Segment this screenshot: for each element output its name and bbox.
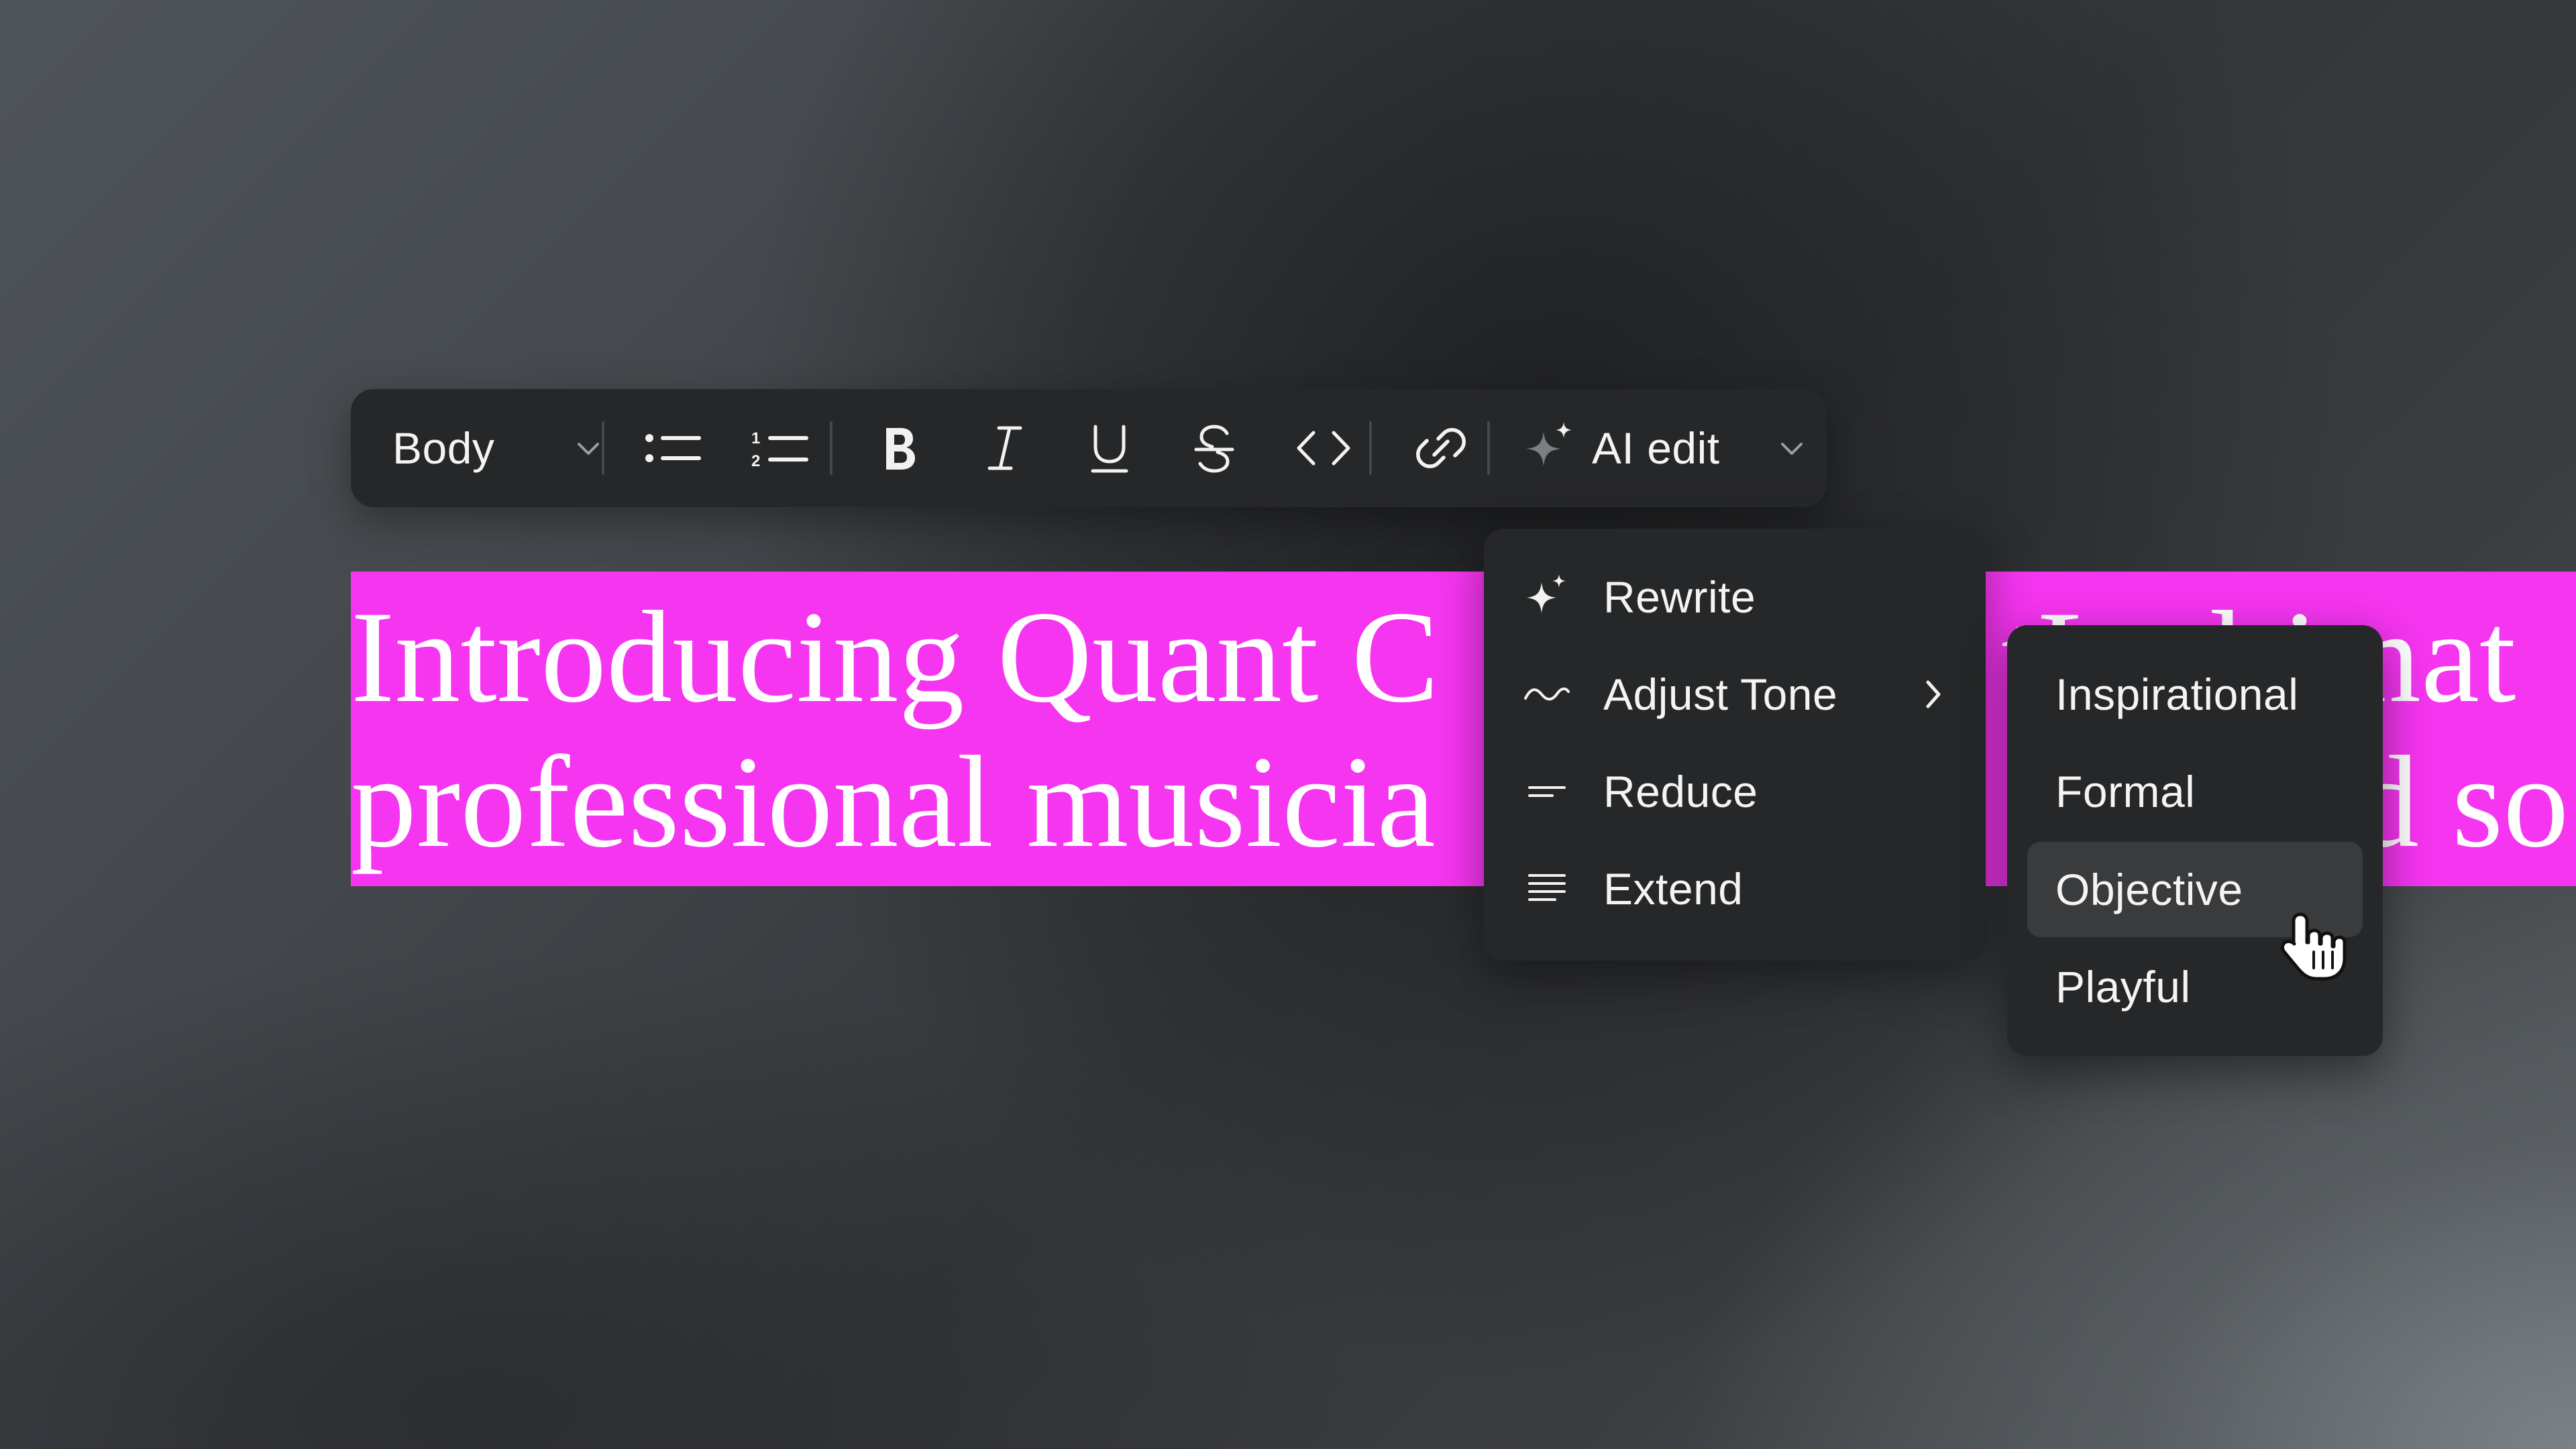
text-style-dropdown[interactable]: Body — [392, 389, 599, 507]
bold-button[interactable] — [862, 389, 936, 507]
italic-icon — [981, 421, 1028, 475]
tone-option-label: Formal — [2055, 767, 2196, 816]
numbered-list-icon: 1 2 — [750, 425, 810, 472]
toolbar-divider — [1487, 421, 1490, 475]
text-style-label: Body — [392, 423, 495, 473]
chevron-down-icon — [574, 433, 603, 463]
link-icon — [1414, 421, 1468, 475]
underline-button[interactable] — [1073, 389, 1146, 507]
heading-line-2: professional musicia — [351, 729, 1436, 875]
numbered-list-button[interactable]: 1 2 — [737, 389, 824, 507]
toolbar-divider — [1369, 421, 1372, 475]
tone-option-label: Inspirational — [2055, 669, 2299, 719]
code-icon — [1293, 425, 1354, 472]
extend-lines-icon — [1521, 863, 1572, 914]
code-button[interactable] — [1277, 389, 1371, 507]
chevron-down-icon — [1777, 433, 1807, 463]
bullet-list-button[interactable] — [633, 389, 713, 507]
menu-item-label: Extend — [1603, 864, 1743, 914]
tone-option-formal[interactable]: Formal — [2027, 744, 2363, 839]
menu-item-label: Reduce — [1603, 767, 1758, 816]
ai-edit-label: AI edit — [1592, 423, 1720, 473]
tone-option-label: Objective — [2055, 865, 2243, 914]
reduce-lines-icon — [1521, 766, 1572, 817]
bullet-list-icon — [643, 425, 703, 472]
svg-text:1: 1 — [751, 429, 760, 447]
svg-text:2: 2 — [751, 452, 760, 470]
toolbar-divider — [830, 421, 833, 475]
adjust-tone-submenu: Inspirational Formal Objective Playful — [2007, 625, 2383, 1056]
menu-item-reduce[interactable]: Reduce — [1484, 745, 1986, 839]
link-button[interactable] — [1397, 389, 1485, 507]
sparkle-icon — [1518, 418, 1578, 478]
ai-edit-dropdown[interactable]: AI edit — [1518, 389, 1803, 507]
tone-option-inspirational[interactable]: Inspirational — [2027, 647, 2363, 742]
hand-pointer-cursor-icon — [2277, 909, 2351, 983]
ai-edit-menu: Rewrite Adjust Tone Reduce Extend — [1484, 529, 1986, 961]
sparkle-icon — [1521, 572, 1572, 623]
strikethrough-icon — [1191, 421, 1238, 475]
bold-icon — [875, 421, 922, 475]
tone-option-label: Playful — [2055, 962, 2191, 1012]
heading-line-2-tail: d so — [2353, 729, 2569, 875]
menu-item-label: Adjust Tone — [1603, 669, 1838, 719]
underline-icon — [1086, 421, 1133, 475]
menu-item-extend[interactable]: Extend — [1484, 842, 1986, 936]
italic-button[interactable] — [968, 389, 1042, 507]
formatting-toolbar: Body 1 2 AI edit — [351, 389, 1827, 507]
wave-icon — [1521, 669, 1572, 720]
chevron-right-icon — [1920, 674, 1947, 714]
toolbar-divider — [602, 421, 604, 475]
menu-item-label: Rewrite — [1603, 572, 1756, 622]
menu-item-rewrite[interactable]: Rewrite — [1484, 550, 1986, 644]
strikethrough-button[interactable] — [1177, 389, 1251, 507]
heading-line-1: Introducing Quant C — [351, 584, 1440, 730]
menu-item-adjust-tone[interactable]: Adjust Tone — [1484, 647, 1986, 741]
